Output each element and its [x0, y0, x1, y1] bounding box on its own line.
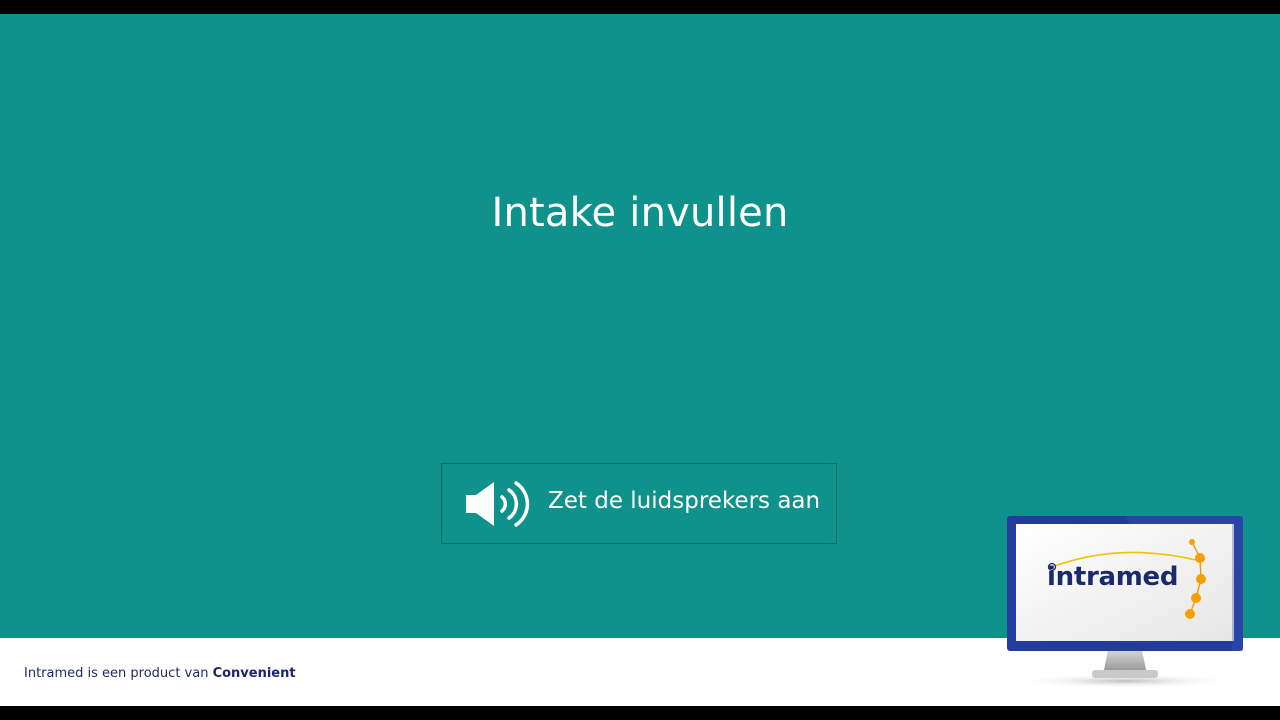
- footer-credit: Intramed is een product van Convenient: [24, 666, 296, 681]
- speaker-volume-icon: [466, 481, 530, 527]
- speaker-notice-label: Zet de luidsprekers aan: [548, 488, 821, 514]
- letterbox-top: [0, 0, 1280, 14]
- footer-credit-text: Intramed is een product van: [24, 666, 213, 681]
- letterbox-bottom: [0, 706, 1280, 720]
- slide-title: Intake invullen: [491, 190, 789, 236]
- footer-brand: Convenient: [212, 666, 296, 681]
- speaker-notice: Zet de luidsprekers aan: [441, 463, 837, 544]
- monitor-icon: [1007, 516, 1243, 688]
- intramed-logo-text: intramed: [1047, 562, 1179, 592]
